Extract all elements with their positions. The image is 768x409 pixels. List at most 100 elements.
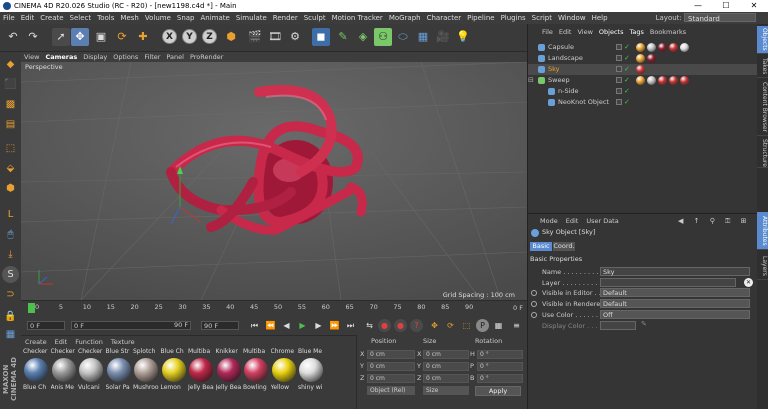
minimize-button[interactable]: — [684, 0, 712, 12]
attr-visible-editor-anim-icon[interactable] [531, 290, 537, 296]
material-menu-edit[interactable]: Edit [51, 337, 72, 347]
menu-simulate[interactable]: Simulate [233, 12, 270, 24]
rotate-tool-icon[interactable]: ⟳ [113, 28, 131, 46]
objmenu-edit[interactable]: Edit [556, 27, 575, 37]
menu-mograph[interactable]: MoGraph [386, 12, 424, 24]
select-cursor-icon[interactable]: ➚ [52, 28, 70, 46]
viewport-menu-options[interactable]: Options [110, 52, 141, 62]
object-name[interactable]: Landscape [548, 53, 583, 64]
viewport-menu-cameras[interactable]: Cameras [42, 52, 80, 62]
side-tab-takes[interactable]: Takes [757, 56, 768, 78]
material-swatch[interactable]: Multiba Jelly Bea [188, 348, 215, 408]
coords-pos-x-field[interactable]: 0 cm [367, 350, 415, 359]
material-tag-icon[interactable] [647, 76, 656, 85]
next-key-icon[interactable]: ⏩ [328, 319, 341, 332]
material-swatch[interactable]: Blue Me shiny wi [298, 348, 325, 408]
deformer-icon[interactable]: ⬭ [394, 28, 412, 46]
object-row[interactable]: NeoKnot Object ✓ [528, 97, 758, 108]
menu-mesh[interactable]: Mesh [117, 12, 141, 24]
prev-frame-icon[interactable]: ◀ [280, 319, 293, 332]
x-axis-toggle[interactable]: X [162, 29, 177, 44]
texture-mode-icon[interactable]: ▩ [2, 96, 19, 113]
side-tab-attributes[interactable]: Attributes [757, 212, 768, 250]
material-tag-icon[interactable] [647, 43, 656, 52]
visibility-dot-icon[interactable] [616, 55, 622, 61]
object-name[interactable]: Sweep [548, 75, 570, 86]
undo-icon[interactable]: ↶ [4, 28, 22, 46]
material-tag-icon[interactable] [669, 43, 678, 52]
menu-select[interactable]: Select [67, 12, 95, 24]
start-frame-field[interactable]: 0 F [27, 321, 65, 330]
material-tag-icon[interactable] [636, 76, 645, 85]
layout-dropdown[interactable]: Standard [684, 13, 756, 23]
coords-size-x-field[interactable]: 0 cm [423, 350, 469, 359]
enable-check-icon[interactable]: ✓ [624, 64, 630, 75]
attr-use-color-anim-icon[interactable] [531, 312, 537, 318]
attr-display-color-swatch[interactable] [600, 321, 636, 330]
coords-size-z-field[interactable]: 0 cm [423, 374, 469, 383]
objmenu-tags[interactable]: Tags [626, 27, 646, 37]
attr-tab-basic[interactable]: Basic [530, 242, 552, 251]
material-swatch[interactable]: Splotch Mushroo [133, 348, 160, 408]
menu-volume[interactable]: Volume [142, 12, 174, 24]
pen-spline-icon[interactable]: ✎ [334, 28, 352, 46]
material-tag-icon[interactable] [680, 76, 689, 85]
axis-mode-icon[interactable]: L [2, 206, 19, 223]
objmenu-bookmarks[interactable]: Bookmarks [647, 27, 689, 37]
cube-primitive-icon[interactable]: ◼ [312, 28, 330, 46]
key-pla-icon[interactable]: ▦ [492, 319, 505, 332]
polygons-mode-icon[interactable]: ⬢ [2, 180, 19, 197]
material-swatch[interactable]: Checker Blue Ch [23, 348, 50, 408]
menu-render[interactable]: Render [270, 12, 301, 24]
viewport-menu-view[interactable]: View [21, 52, 42, 62]
close-button[interactable]: ✕ [740, 0, 768, 12]
material-menu-function[interactable]: Function [71, 337, 107, 347]
play-icon[interactable]: ▶ [296, 319, 309, 332]
viewport-solo-icon[interactable]: ⤓ [2, 246, 19, 263]
menu-motion-tracker[interactable]: Motion Tracker [329, 12, 386, 24]
go-to-end-icon[interactable]: ⏭ [344, 319, 357, 332]
material-swatch[interactable]: Checker Anis Me [51, 348, 78, 408]
scale-tool-icon[interactable]: ▣ [92, 28, 110, 46]
objmenu-objects[interactable]: Objects [596, 27, 627, 37]
snap-icon[interactable]: S [2, 266, 19, 283]
side-tab-layers[interactable]: Layers [757, 252, 768, 280]
side-tab-objects[interactable]: Objects [757, 26, 768, 54]
planar-workplane-icon[interactable]: ▦ [2, 326, 19, 343]
magnet-icon[interactable]: ⊃ [2, 286, 19, 303]
attr-visible-renderer-anim-icon[interactable] [531, 301, 537, 307]
attr-layer-field[interactable] [600, 278, 736, 287]
key-rotation-icon[interactable]: ⟳ [444, 319, 457, 332]
material-swatch[interactable]: Chrome Yellow [271, 348, 298, 408]
visibility-dot-icon[interactable] [616, 66, 622, 72]
object-name[interactable]: Sky [548, 64, 560, 75]
material-swatch[interactable]: Blue Str Solar Pa [106, 348, 133, 408]
maximize-button[interactable]: ☐ [712, 0, 740, 12]
enable-check-icon[interactable]: ✓ [624, 53, 630, 64]
key-scale-icon[interactable]: ⬚ [460, 319, 473, 332]
object-row[interactable]: Capsule ✓ [528, 42, 758, 53]
attr-tab-coord[interactable]: Coord. [553, 242, 575, 251]
object-row[interactable]: ⊟ Sweep ✓ [528, 75, 758, 86]
go-to-start-icon[interactable]: ⏮ [248, 319, 261, 332]
coords-rot-b-field[interactable]: 0 ° [477, 374, 523, 383]
loop-icon[interactable]: ⇆ [363, 319, 376, 332]
render-picture-viewer-icon[interactable]: 🎞 [266, 28, 284, 46]
menu-help[interactable]: Help [589, 12, 611, 24]
subdivision-icon[interactable]: ◈ [354, 28, 372, 46]
material-tag-icon[interactable] [658, 76, 667, 85]
lock-workplane-icon[interactable]: 🔒 [2, 308, 19, 325]
coords-rot-h-field[interactable]: 0 ° [477, 350, 523, 359]
menu-script[interactable]: Script [529, 12, 555, 24]
menu-file[interactable]: File [0, 12, 18, 24]
coordinate-system-icon[interactable]: ⬢ [222, 28, 240, 46]
material-tag-icon[interactable] [658, 43, 667, 52]
make-editable-icon[interactable]: ◆ [2, 56, 19, 73]
attr-nav-icons[interactable]: ◀ ↑ ⚲ ⚿ ⊞ [678, 217, 750, 226]
material-menu-texture[interactable]: Texture [107, 337, 139, 347]
object-row[interactable]: Landscape ✓ [528, 53, 758, 64]
attr-use-color-dropdown[interactable]: Off [600, 310, 750, 319]
visibility-dot-icon[interactable] [616, 44, 622, 50]
menu-plugins[interactable]: Plugins [498, 12, 529, 24]
current-frame-field[interactable]: 0 F [71, 321, 191, 330]
